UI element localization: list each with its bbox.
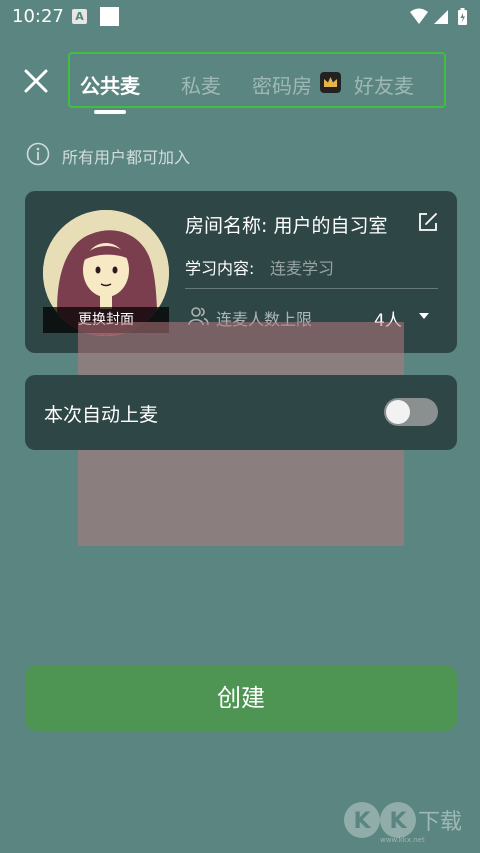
people-icon xyxy=(187,305,209,327)
info-icon xyxy=(26,142,50,166)
tab-friend-mic[interactable]: 好友麦 xyxy=(354,70,414,99)
mic-limit-dropdown[interactable]: 4人 xyxy=(370,300,436,332)
mic-limit-value: 4人 xyxy=(374,311,402,331)
change-cover-button[interactable]: 更换封面 xyxy=(43,307,169,333)
toggle-knob xyxy=(386,400,410,424)
notification-square-icon xyxy=(100,7,119,26)
info-row xyxy=(26,142,50,166)
status-time: 10:27 xyxy=(12,6,64,27)
info-text: 所有用户都可加入 xyxy=(62,148,191,167)
create-button[interactable]: 创建 xyxy=(25,665,457,731)
crown-icon xyxy=(320,72,341,93)
signal-icon xyxy=(434,10,448,24)
notification-a-icon: A xyxy=(72,9,87,24)
battery-icon xyxy=(458,8,467,25)
watermark-url: www.kkx.net xyxy=(380,836,425,844)
svg-text:下载: 下载 xyxy=(418,810,462,835)
caret-down-icon xyxy=(419,313,429,319)
room-name-label: 房间名称: 用户的自习室 xyxy=(185,215,388,237)
status-bar: 10:27 A xyxy=(0,0,480,34)
auto-mic-toggle[interactable] xyxy=(384,398,438,426)
tab-active-indicator xyxy=(94,110,126,114)
close-icon xyxy=(24,69,48,93)
svg-text:K: K xyxy=(389,809,407,834)
edit-icon xyxy=(419,213,437,231)
study-content-input[interactable]: 连麦学习 xyxy=(270,255,334,279)
edit-room-name-button[interactable] xyxy=(417,211,439,233)
tab-private-mic[interactable]: 私麦 xyxy=(181,70,221,99)
svg-text:K: K xyxy=(353,809,371,834)
tab-public-mic[interactable]: 公共麦 xyxy=(80,70,140,99)
wifi-icon xyxy=(410,8,428,24)
close-button[interactable] xyxy=(20,65,52,97)
tab-password-room[interactable]: 密码房 xyxy=(252,70,312,99)
mic-limit-label: 连麦人数上限 xyxy=(216,310,313,329)
study-content-label: 学习内容: xyxy=(185,259,255,278)
card-divider xyxy=(185,288,438,289)
auto-mic-label: 本次自动上麦 xyxy=(44,404,159,426)
status-icons xyxy=(408,7,470,31)
